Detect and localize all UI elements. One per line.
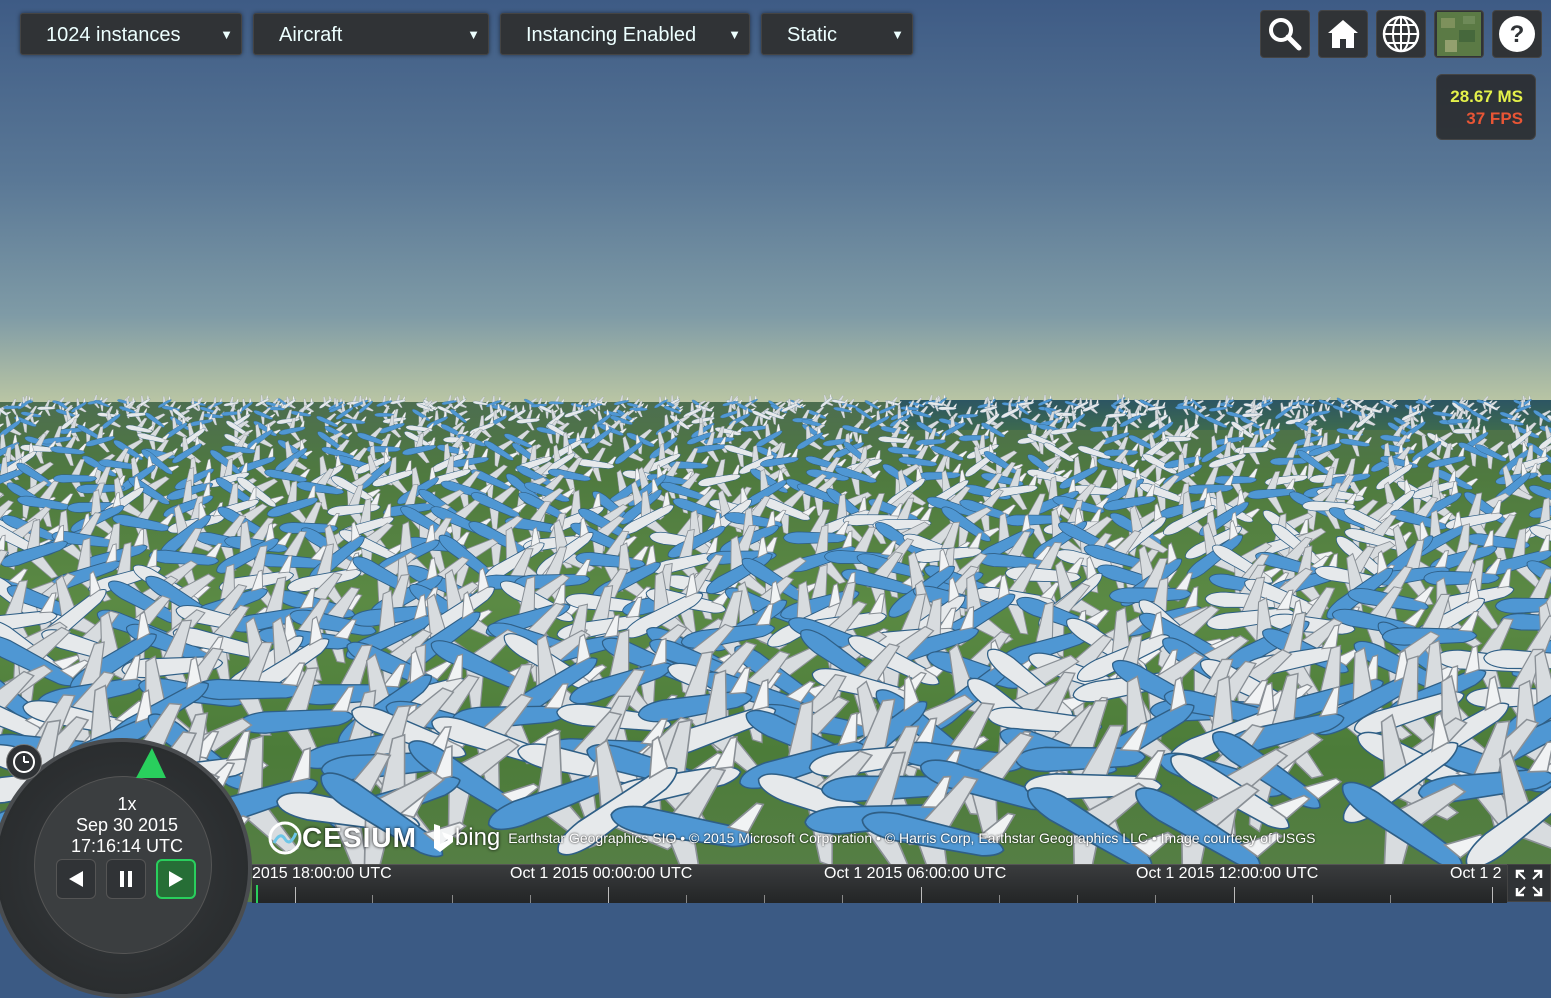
dynamic-select-label: Static	[787, 24, 838, 46]
3d-scene-viewport[interactable]	[0, 0, 1551, 902]
timeline-tick	[1234, 887, 1235, 903]
geocoder-search-button[interactable]	[1260, 10, 1310, 58]
frames-per-second: 37 FPS	[1466, 109, 1523, 128]
credit-display: CESIUM bing Earthstar Geographics SIO • …	[268, 818, 1316, 858]
timeline-tick	[1492, 887, 1493, 903]
sandcastle-toolbar: 1024 instances ▼ Aircraft ▼ Instancing E…	[20, 13, 913, 55]
aircraft-model	[1064, 397, 1082, 412]
timeline-label: Oct 1 2015 12:00:00 UTC	[1136, 865, 1319, 882]
aircraft-model	[483, 439, 520, 468]
model-select-label: Aircraft	[279, 24, 343, 46]
timeline[interactable]: 2015 18:00:00 UTC Oct 1 2015 00:00:00 UT…	[252, 864, 1507, 903]
scene-mode-button[interactable]	[1376, 10, 1426, 58]
chevron-down-icon: ▼	[467, 27, 480, 42]
fullscreen-icon	[1515, 869, 1543, 897]
instance-count-select-label: 1024 instances	[46, 24, 181, 46]
timeline-tick	[608, 887, 609, 903]
timeline-needle[interactable]	[256, 885, 258, 903]
instance-count-select[interactable]: 1024 instances ▼	[20, 13, 242, 55]
shuttle-ring-pointer[interactable]	[130, 746, 170, 780]
aircraft-model	[564, 402, 585, 421]
chevron-down-icon: ▼	[891, 27, 904, 42]
animation-time: 17:16:14 UTC	[70, 836, 184, 856]
dynamic-select[interactable]: Static ▼	[761, 13, 913, 55]
home-button[interactable]	[1318, 10, 1368, 58]
pause-button[interactable]	[106, 859, 146, 899]
timeline-tick	[295, 887, 296, 903]
timeline-label: Oct 1 2015 00:00:00 UTC	[510, 865, 693, 882]
animation-date: Sep 30 2015	[75, 815, 179, 835]
instancing-select-label: Instancing Enabled	[526, 24, 697, 46]
aircraft-instances	[0, 393, 1551, 865]
aircraft-model	[402, 433, 437, 464]
timeline-tick	[921, 887, 922, 903]
search-icon	[1269, 18, 1302, 51]
aircraft-model	[655, 414, 680, 437]
aircraft-model	[591, 396, 608, 411]
pause-icon	[120, 871, 132, 887]
help-icon: ?	[1499, 16, 1535, 52]
base-layer-picker-button[interactable]	[1434, 10, 1484, 58]
home-icon	[1328, 20, 1358, 48]
cesium-logo[interactable]: CESIUM	[268, 821, 417, 855]
svg-text:?: ?	[1510, 21, 1525, 48]
play-forward-button[interactable]	[156, 859, 196, 899]
chevron-down-icon: ▼	[220, 27, 233, 42]
play-reverse-icon	[69, 871, 83, 887]
instancing-select[interactable]: Instancing Enabled ▼	[500, 13, 750, 55]
bing-logo[interactable]: bing	[431, 822, 500, 854]
performance-display: 28.67 MS 37 FPS	[1436, 74, 1536, 140]
animation-speed: 1x	[117, 794, 137, 814]
play-forward-icon	[169, 871, 183, 887]
bing-logo-icon	[433, 824, 453, 852]
timeline-label: Oct 1 2	[1450, 865, 1502, 882]
navigation-help-button[interactable]: ?	[1492, 10, 1542, 58]
aircraft-model	[237, 397, 254, 414]
timeline-label: Oct 1 2015 06:00:00 UTC	[824, 865, 1007, 882]
model-select[interactable]: Aircraft ▼	[253, 13, 489, 55]
aircraft-model	[613, 394, 630, 409]
aircraft-model	[472, 396, 490, 411]
globe-icon	[1382, 15, 1420, 53]
chevron-down-icon: ▼	[728, 27, 741, 42]
viewer-toolbar: ?	[1260, 10, 1542, 58]
bing-logo-text: bing	[454, 824, 501, 851]
aircraft-model	[831, 395, 849, 409]
frame-time-ms: 28.67 MS	[1450, 87, 1523, 106]
play-reverse-button[interactable]	[56, 859, 96, 899]
timeline-label: 2015 18:00:00 UTC	[252, 865, 392, 882]
fullscreen-button[interactable]	[1507, 864, 1551, 902]
clock-icon	[13, 751, 35, 773]
cesium-logo-text: CESIUM	[302, 822, 417, 853]
imagery-layer-icon	[1437, 12, 1481, 56]
realtime-clock-button[interactable]	[6, 744, 42, 780]
imagery-attribution: Earthstar Geographics SIO • © 2015 Micro…	[508, 830, 1316, 846]
cesium-logo-icon	[268, 821, 302, 855]
